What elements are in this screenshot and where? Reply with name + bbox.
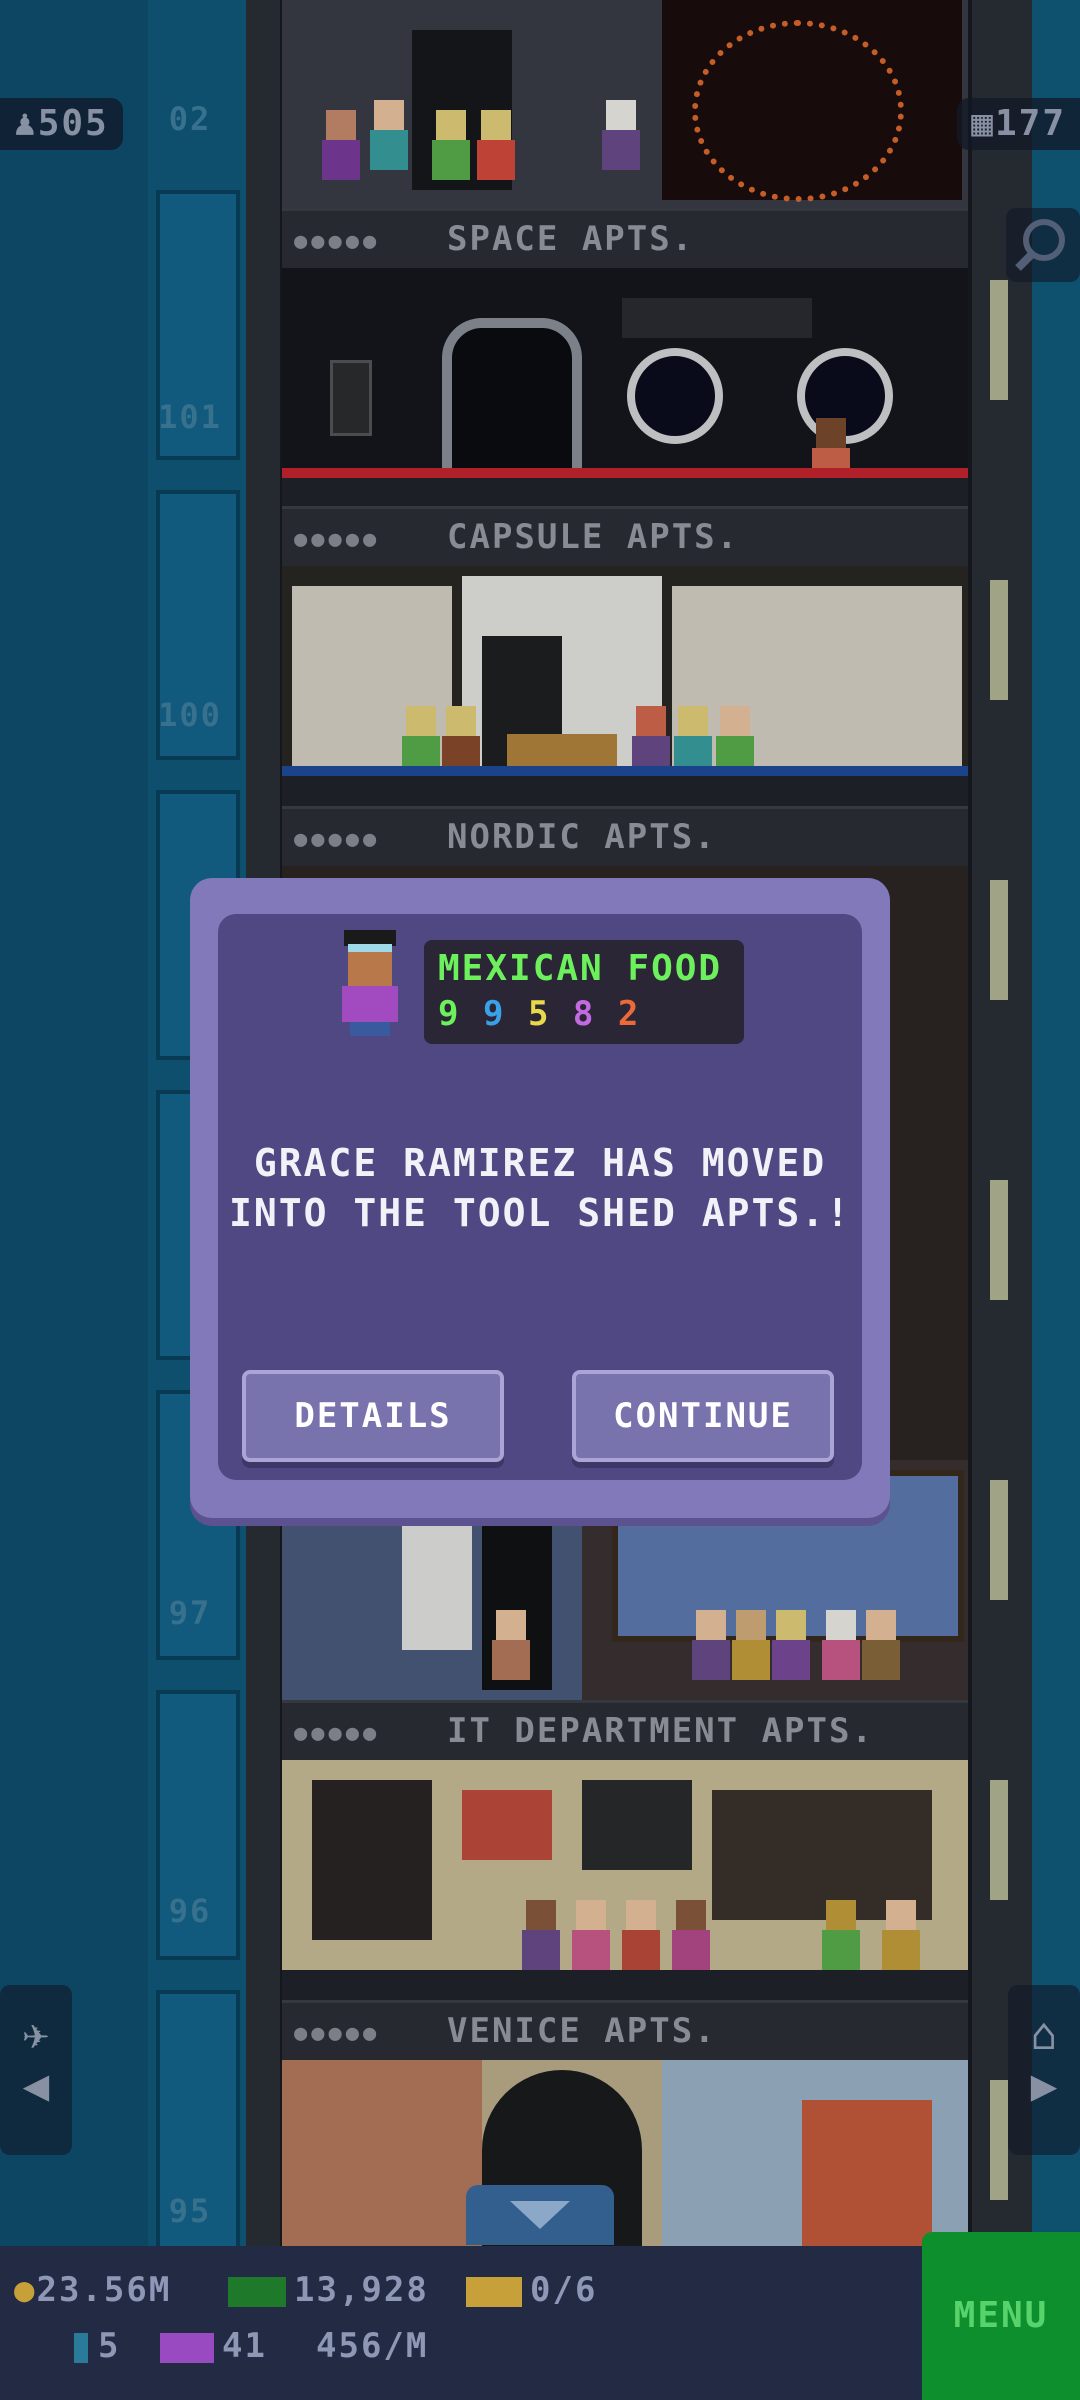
- coin-icon: ●: [14, 2270, 37, 2310]
- vip-counter: 41: [160, 2326, 267, 2366]
- income-rate: 456/M: [316, 2326, 429, 2366]
- job-skill-stats: 9 9 5 8 2: [438, 994, 640, 1034]
- move-in-message: GRACE RAMIREZ HAS MOVED INTO THE TOOL SH…: [229, 1141, 851, 1235]
- skill-stat-recreation: 5: [527, 994, 551, 1034]
- vip-icon: [160, 2332, 214, 2363]
- skill-stat-food: 9: [438, 994, 461, 1034]
- tickets-counter: 0/6: [466, 2270, 597, 2310]
- skill-stat-retail: 8: [572, 994, 596, 1034]
- dream-job-label: MEXICAN FOOD: [438, 948, 723, 989]
- bux-icon: [228, 2276, 286, 2307]
- coins-counter: ●23.56M: [14, 2270, 172, 2310]
- battery-icon: [74, 2332, 88, 2363]
- skill-stat-service: 9: [482, 994, 506, 1034]
- continue-button[interactable]: CONTINUE: [572, 1370, 834, 1462]
- bux-counter: 13,928: [228, 2270, 429, 2310]
- skill-stat-creative: 2: [617, 994, 641, 1034]
- ticket-icon: [466, 2276, 522, 2307]
- menu-button[interactable]: MENU: [922, 2232, 1080, 2400]
- items-counter: 5: [74, 2326, 120, 2366]
- job-panel: MEXICAN FOOD 9 9 5 8 2: [424, 940, 744, 1044]
- bitizen-avatar[interactable]: [338, 930, 402, 1040]
- details-button[interactable]: DETAILS: [242, 1370, 504, 1462]
